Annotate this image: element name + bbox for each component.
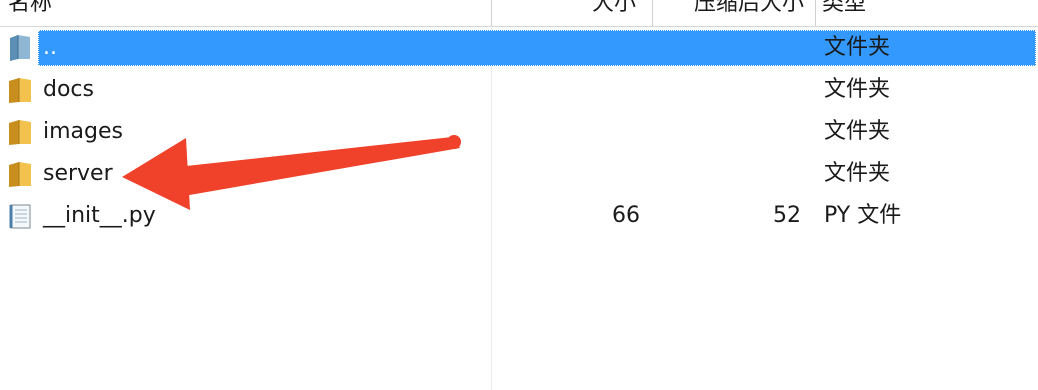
file-name: docs xyxy=(43,77,94,102)
column-header-size[interactable]: 大小 xyxy=(492,0,642,26)
file-size: 66 xyxy=(612,203,640,228)
python-file-icon xyxy=(9,204,31,229)
file-size xyxy=(540,155,640,193)
compressed-size xyxy=(700,155,801,193)
file-type: 文件夹 xyxy=(824,161,891,186)
compressed-size: 52 xyxy=(773,203,801,228)
folder-icon xyxy=(9,162,31,187)
folder-icon xyxy=(9,78,31,103)
column-header-compressed-size[interactable]: 压缩后大小 xyxy=(653,0,808,26)
file-size xyxy=(540,113,640,151)
file-name: .. xyxy=(43,35,57,60)
file-name: server xyxy=(43,161,113,186)
list-item[interactable]: images 文件夹 xyxy=(0,113,1038,155)
compressed-size xyxy=(700,29,801,67)
list-item[interactable]: __init__.py 66 52 PY 文件 xyxy=(0,197,1038,239)
list-item[interactable]: server 文件夹 xyxy=(0,155,1038,197)
file-size xyxy=(540,71,640,109)
file-name: images xyxy=(43,119,123,144)
file-type: 文件夹 xyxy=(824,35,891,60)
column-header: 名称 大小 压缩后大小 类型 xyxy=(0,0,1038,27)
list-item[interactable]: docs 文件夹 xyxy=(0,71,1038,113)
list-item[interactable]: .. 文件夹 xyxy=(0,29,1038,71)
column-header-type[interactable]: 类型 xyxy=(822,0,1032,26)
file-size xyxy=(540,29,640,67)
folder-up-icon xyxy=(10,35,30,61)
folder-icon xyxy=(9,120,31,145)
file-name: __init__.py xyxy=(43,203,156,228)
file-type: 文件夹 xyxy=(824,119,891,144)
file-type: 文件夹 xyxy=(824,77,891,102)
compressed-size xyxy=(700,71,801,109)
archive-file-list: 名称 大小 压缩后大小 类型 .. 文件夹 docs 文件夹 images 文件… xyxy=(0,0,1038,390)
column-header-name[interactable]: 名称 xyxy=(8,0,488,26)
file-type: PY 文件 xyxy=(824,203,902,228)
column-divider[interactable] xyxy=(815,0,816,26)
compressed-size xyxy=(700,113,801,151)
